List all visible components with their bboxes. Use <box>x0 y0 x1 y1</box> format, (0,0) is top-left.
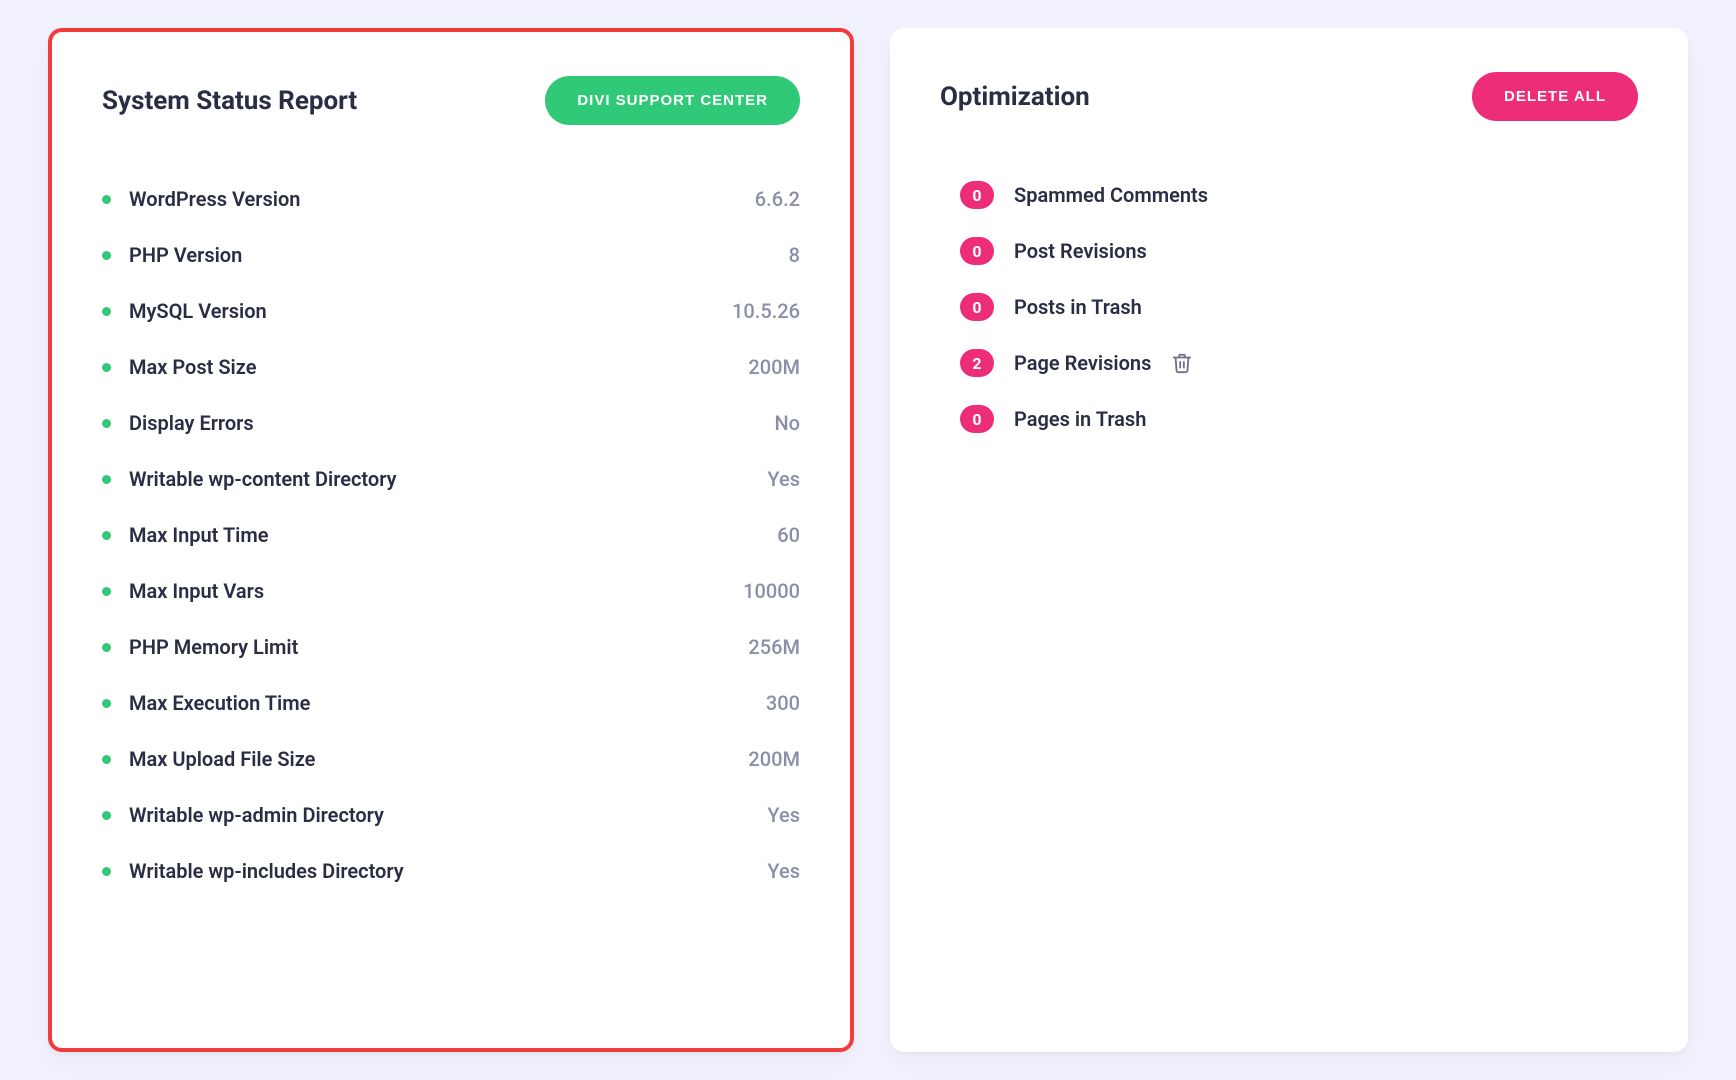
status-label: Writable wp-content Directory <box>129 467 397 491</box>
status-row-left: Max Execution Time <box>102 691 310 715</box>
count-badge: 0 <box>960 237 994 265</box>
optimization-label: Pages in Trash <box>1014 407 1146 431</box>
system-status-list: WordPress Version 6.6.2 PHP Version 8 MySQL … <box>102 171 800 899</box>
status-label: Writable wp-admin Directory <box>129 803 384 827</box>
optimization-label: Posts in Trash <box>1014 295 1142 319</box>
status-row: PHP Memory Limit 256M <box>102 619 800 675</box>
status-row: Display Errors No <box>102 395 800 451</box>
count-badge: 0 <box>960 405 994 433</box>
optimization-row: 0 Pages in Trash <box>960 391 1638 447</box>
optimization-row: 2 Page Revisions <box>960 335 1638 391</box>
status-row: Max Upload File Size 200M <box>102 731 800 787</box>
status-row-left: WordPress Version <box>102 187 300 211</box>
status-ok-icon <box>102 811 111 820</box>
status-row-left: PHP Memory Limit <box>102 635 298 659</box>
status-ok-icon <box>102 531 111 540</box>
status-ok-icon <box>102 587 111 596</box>
status-row-left: Writable wp-admin Directory <box>102 803 384 827</box>
optimization-row: 0 Posts in Trash <box>960 279 1638 335</box>
optimization-card: Optimization DELETE ALL 0 Spammed Comment… <box>890 28 1688 1052</box>
status-row: Writable wp-admin Directory Yes <box>102 787 800 843</box>
status-ok-icon <box>102 755 111 764</box>
status-ok-icon <box>102 419 111 428</box>
status-row: Writable wp-content Directory Yes <box>102 451 800 507</box>
optimization-header: Optimization DELETE ALL <box>940 72 1638 121</box>
status-label: Writable wp-includes Directory <box>129 859 404 883</box>
optimization-row: 0 Post Revisions <box>960 223 1638 279</box>
status-row: PHP Version 8 <box>102 227 800 283</box>
status-row-left: Display Errors <box>102 411 254 435</box>
status-value: 300 <box>766 691 800 715</box>
status-value: 200M <box>748 355 800 379</box>
status-label: MySQL Version <box>129 299 267 323</box>
status-row-left: Writable wp-includes Directory <box>102 859 404 883</box>
system-status-title: System Status Report <box>102 86 357 116</box>
optimization-label: Page Revisions <box>1014 351 1151 375</box>
delete-all-button[interactable]: DELETE ALL <box>1472 72 1638 121</box>
status-row-left: Max Input Time <box>102 523 269 547</box>
status-value: Yes <box>767 803 800 827</box>
status-ok-icon <box>102 699 111 708</box>
status-value: 60 <box>777 523 800 547</box>
trash-icon[interactable] <box>1171 352 1193 374</box>
count-badge: 0 <box>960 181 994 209</box>
system-status-card: System Status Report DIVI SUPPORT CENTER… <box>48 28 854 1052</box>
status-value: 8 <box>789 243 800 267</box>
status-label: PHP Version <box>129 243 242 267</box>
status-row-left: Max Input Vars <box>102 579 264 603</box>
status-label: WordPress Version <box>129 187 300 211</box>
divi-support-center-button[interactable]: DIVI SUPPORT CENTER <box>545 76 800 125</box>
status-row: Max Execution Time 300 <box>102 675 800 731</box>
status-label: Max Post Size <box>129 355 256 379</box>
status-label: Max Execution Time <box>129 691 310 715</box>
status-row-left: Max Post Size <box>102 355 256 379</box>
status-row: MySQL Version 10.5.26 <box>102 283 800 339</box>
status-row: Max Post Size 200M <box>102 339 800 395</box>
optimization-row: 0 Spammed Comments <box>960 167 1638 223</box>
status-row-left: Max Upload File Size <box>102 747 315 771</box>
status-label: Max Upload File Size <box>129 747 315 771</box>
status-value: Yes <box>767 467 800 491</box>
status-ok-icon <box>102 475 111 484</box>
status-value: 10.5.26 <box>732 299 800 323</box>
count-badge: 0 <box>960 293 994 321</box>
status-ok-icon <box>102 307 111 316</box>
optimization-title: Optimization <box>940 82 1090 112</box>
status-value: No <box>774 411 800 435</box>
status-label: Max Input Time <box>129 523 269 547</box>
status-value: 200M <box>748 747 800 771</box>
status-row: Writable wp-includes Directory Yes <box>102 843 800 899</box>
status-ok-icon <box>102 363 111 372</box>
status-row: Max Input Vars 10000 <box>102 563 800 619</box>
status-label: PHP Memory Limit <box>129 635 298 659</box>
status-value: 256M <box>748 635 800 659</box>
count-badge: 2 <box>960 349 994 377</box>
status-label: Max Input Vars <box>129 579 264 603</box>
status-row: Max Input Time 60 <box>102 507 800 563</box>
status-ok-icon <box>102 643 111 652</box>
optimization-list: 0 Spammed Comments 0 Post Revisions 0 Posts i… <box>960 167 1638 447</box>
status-row-left: MySQL Version <box>102 299 267 323</box>
optimization-label: Post Revisions <box>1014 239 1147 263</box>
status-value: Yes <box>767 859 800 883</box>
system-status-header: System Status Report DIVI SUPPORT CENTER <box>102 76 800 125</box>
status-row: WordPress Version 6.6.2 <box>102 171 800 227</box>
status-label: Display Errors <box>129 411 254 435</box>
optimization-label: Spammed Comments <box>1014 183 1208 207</box>
status-ok-icon <box>102 195 111 204</box>
status-value: 10000 <box>743 579 800 603</box>
status-ok-icon <box>102 867 111 876</box>
status-row-left: Writable wp-content Directory <box>102 467 397 491</box>
status-value: 6.6.2 <box>755 187 800 211</box>
status-row-left: PHP Version <box>102 243 242 267</box>
status-ok-icon <box>102 251 111 260</box>
